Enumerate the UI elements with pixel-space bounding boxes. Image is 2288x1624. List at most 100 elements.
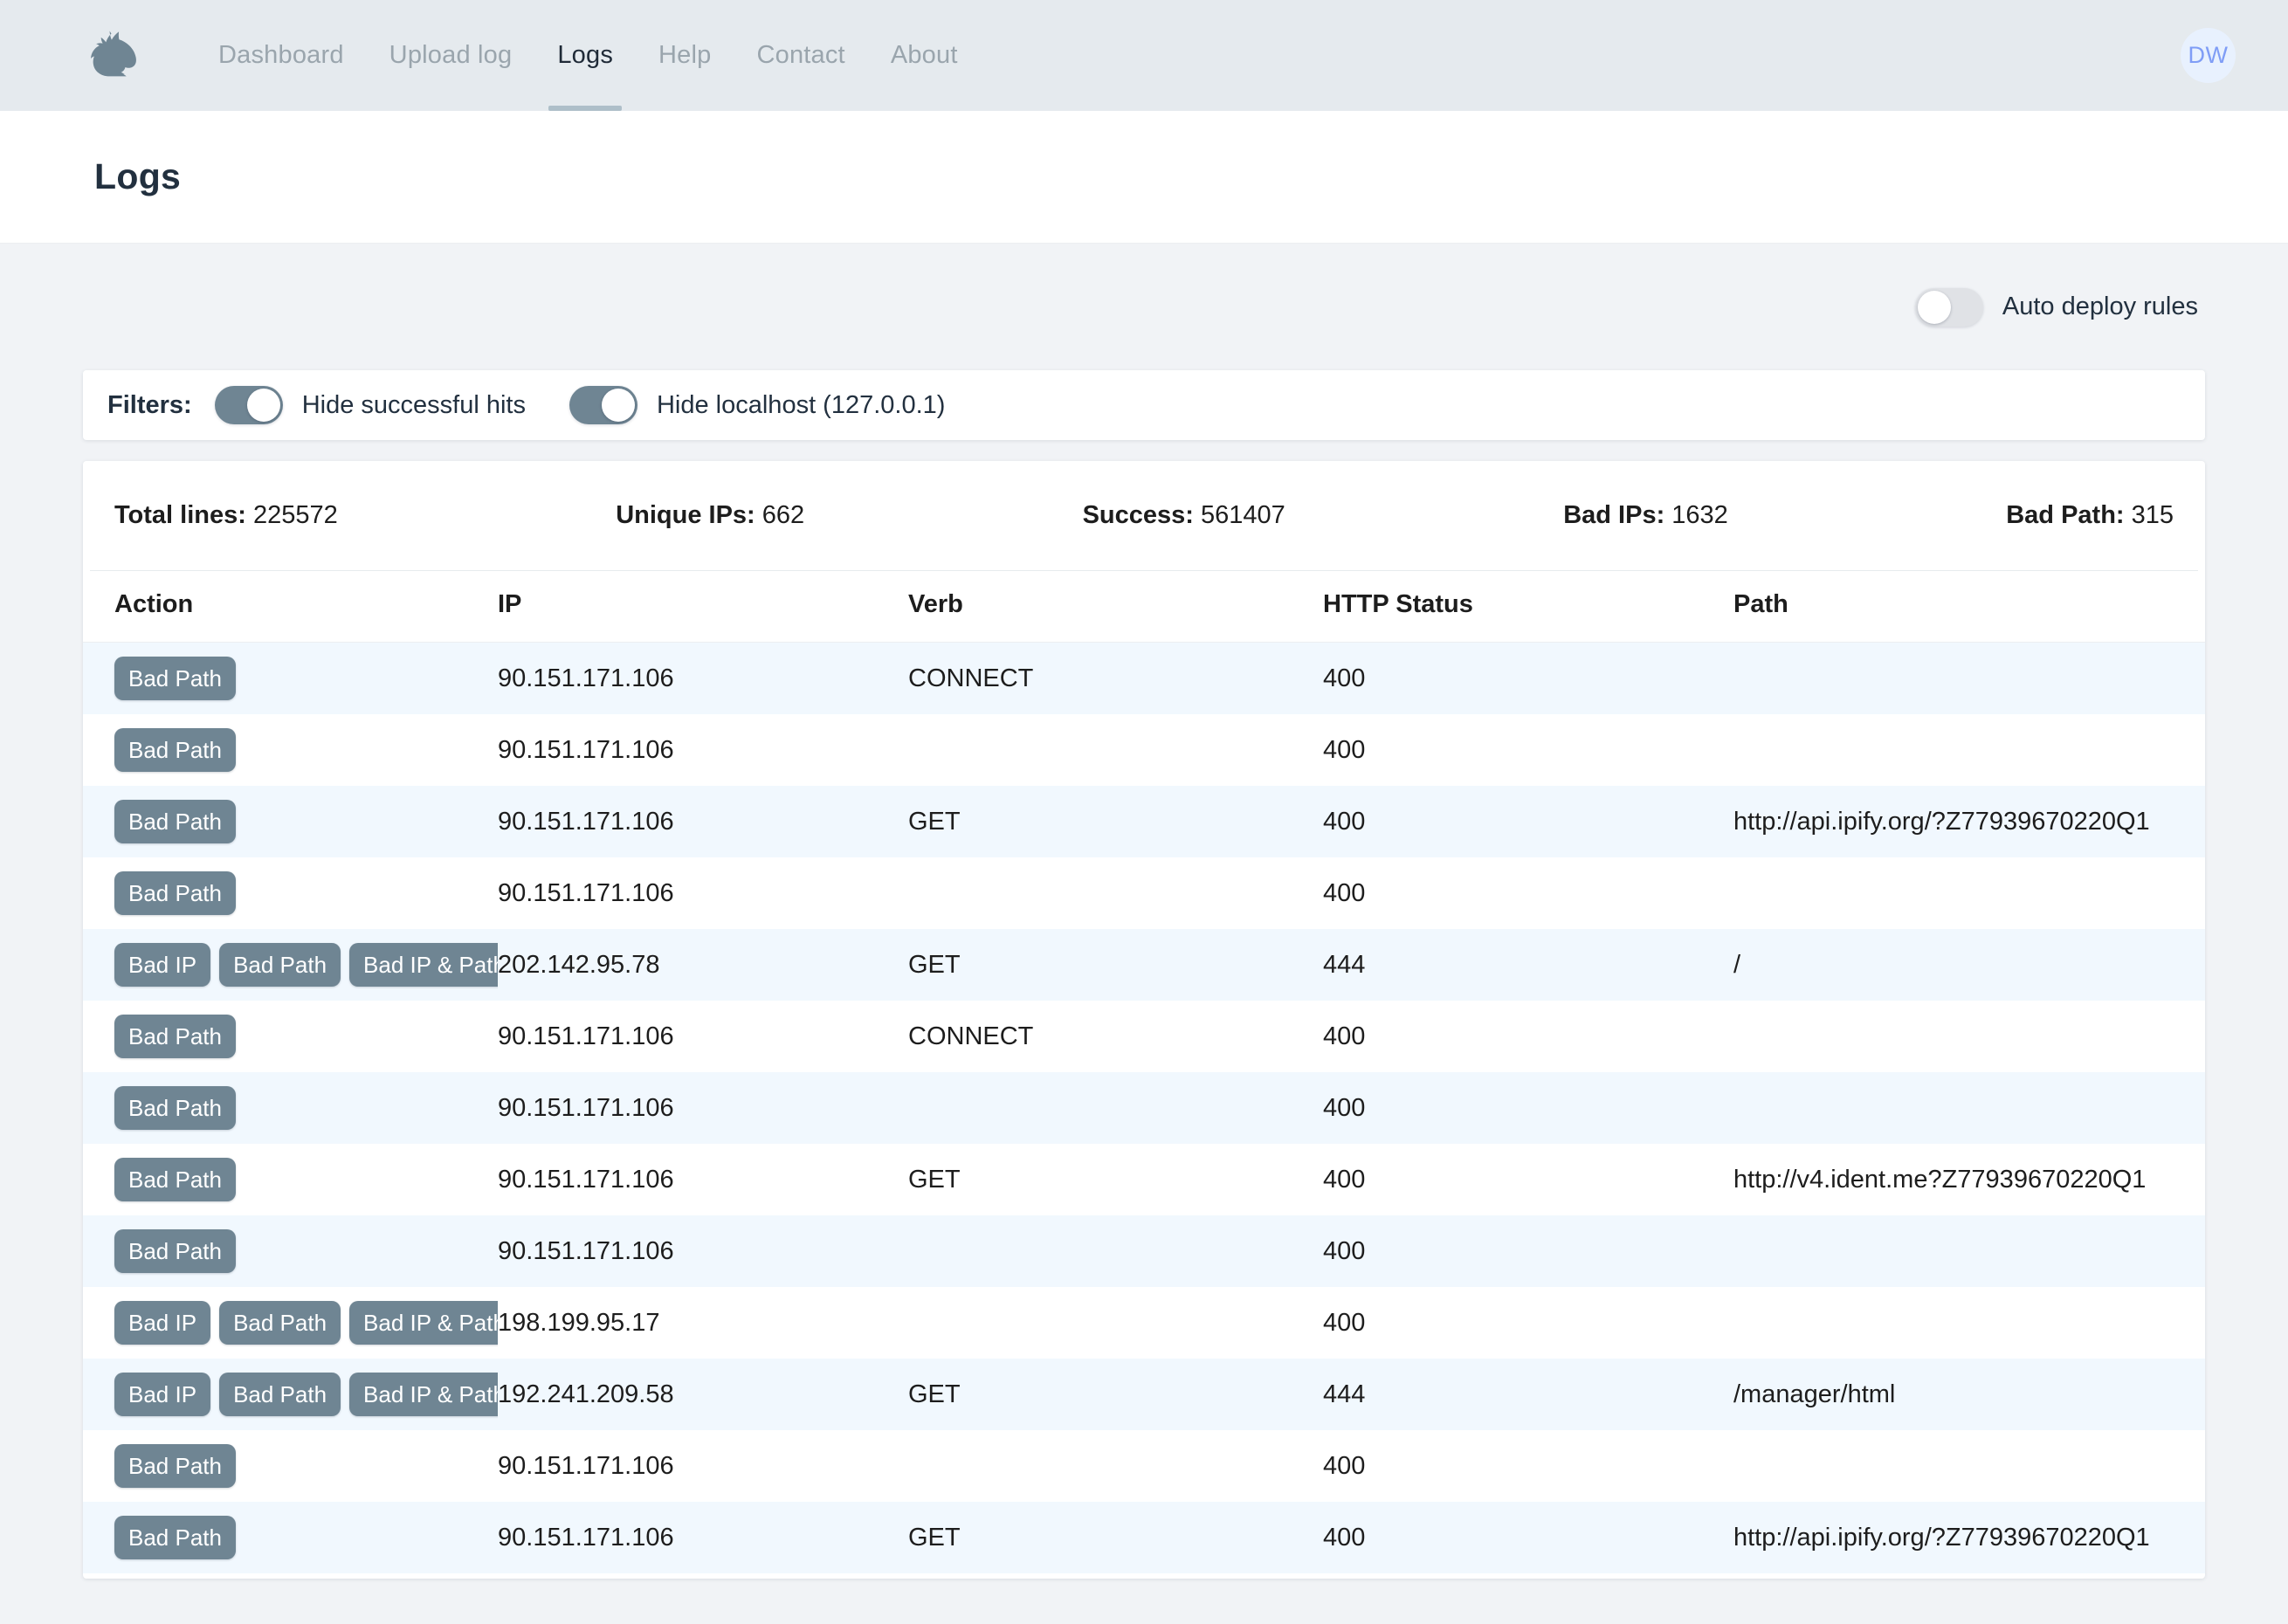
table-row: Bad Path 90.151.171.106 400 <box>83 1072 2205 1144</box>
table-row: Bad Path 90.151.171.106 CONNECT 400 <box>83 1001 2205 1072</box>
cell-ip: 202.142.95.78 <box>498 950 660 979</box>
cell-path <box>1733 1001 2205 1072</box>
action-button-bad-ip[interactable]: Bad IP <box>114 1373 211 1416</box>
cell-verb: CONNECT <box>908 1022 1034 1050</box>
action-button-bad-ip[interactable]: Bad IP <box>114 1301 211 1345</box>
toggle-knob <box>601 389 635 422</box>
hide-localhost-label: Hide localhost (127.0.0.1) <box>656 390 946 419</box>
column-header-action: Action <box>83 571 498 643</box>
action-button-bad-path[interactable]: Bad Path <box>219 943 341 987</box>
cell-path <box>1733 1215 2205 1287</box>
cell-http-status: 444 <box>1323 1380 1366 1408</box>
action-button-bad-ip-path[interactable]: Bad IP & Path <box>349 1301 498 1345</box>
cell-path <box>1733 1430 2205 1502</box>
action-button-bad-path[interactable]: Bad Path <box>114 1086 236 1130</box>
action-button-bad-path[interactable]: Bad Path <box>114 728 236 772</box>
cell-path <box>1733 714 2205 786</box>
cell-action: Bad Path <box>83 1215 498 1287</box>
cell-verb <box>908 1287 1323 1359</box>
column-header-http-status: HTTP Status <box>1323 571 1733 643</box>
stat-unique-ips: Unique IPs: 662 <box>616 501 804 530</box>
cell-ip: 90.151.171.106 <box>498 1451 674 1480</box>
table-row: Bad IP Bad Path Bad IP & Path 198.199.95.17… <box>83 1287 2205 1359</box>
nav-item-help[interactable]: Help <box>636 0 734 111</box>
cell-path <box>1733 857 2205 929</box>
table-row: Bad Path 90.151.171.106 GET 400 http://v4.id… <box>83 1144 2205 1215</box>
avatar[interactable]: DW <box>2181 28 2236 83</box>
cell-http-status: 400 <box>1323 1308 1366 1337</box>
filters-label: Filters: <box>107 390 192 419</box>
cell-ip: 198.199.95.17 <box>498 1308 660 1337</box>
cell-ip: 192.241.209.58 <box>498 1380 674 1408</box>
stat-bad-path-value: 315 <box>2131 501 2174 529</box>
action-button-bad-path[interactable]: Bad Path <box>114 657 236 700</box>
cell-verb: GET <box>908 1380 961 1408</box>
stat-unique-ips-value: 662 <box>762 501 805 529</box>
action-button-bad-path[interactable]: Bad Path <box>114 800 236 843</box>
cell-http-status: 400 <box>1323 1022 1366 1050</box>
hide-successful-hits-toggle[interactable] <box>214 386 283 424</box>
action-button-bad-path[interactable]: Bad Path <box>219 1301 341 1345</box>
toggle-knob <box>246 389 280 422</box>
nav-item-about[interactable]: About <box>868 0 981 111</box>
cell-path <box>1733 1072 2205 1144</box>
top-navbar: Dashboard Upload log Logs Help Contact A… <box>0 0 2288 111</box>
cell-ip: 90.151.171.106 <box>498 807 674 836</box>
action-button-bad-path[interactable]: Bad Path <box>114 1015 236 1058</box>
cell-verb <box>908 1072 1323 1144</box>
nav-item-contact[interactable]: Contact <box>734 0 867 111</box>
cell-action: Bad Path <box>83 714 498 786</box>
cell-action: Bad Path <box>83 1144 498 1215</box>
stat-bad-path: Bad Path: 315 <box>2006 501 2174 530</box>
action-button-bad-path[interactable]: Bad Path <box>114 871 236 915</box>
action-button-bad-ip-path[interactable]: Bad IP & Path <box>349 943 498 987</box>
action-button-bad-path[interactable]: Bad Path <box>114 1158 236 1201</box>
action-button-bad-ip[interactable]: Bad IP <box>114 943 211 987</box>
action-button-bad-path[interactable]: Bad Path <box>114 1516 236 1559</box>
table-row: Bad Path 90.151.171.106 GET 400 http://api.i… <box>83 1502 2205 1573</box>
stat-bad-ips-label: Bad IPs: <box>1563 501 1665 529</box>
action-badges: Bad Path <box>114 1229 498 1273</box>
action-button-bad-path[interactable]: Bad Path <box>114 1444 236 1488</box>
filter-hide-localhost: Hide localhost (127.0.0.1) <box>569 386 945 424</box>
logs-table-card: Total lines: 225572 Unique IPs: 662 Succ… <box>83 461 2205 1579</box>
hide-localhost-toggle[interactable] <box>569 386 637 424</box>
stat-total-lines: Total lines: 225572 <box>114 501 338 530</box>
action-badges: Bad Path <box>114 1444 498 1488</box>
logs-table-body: Bad Path 90.151.171.106 CONNECT 400 Bad Path… <box>83 642 2205 1573</box>
cell-verb <box>908 1430 1323 1502</box>
nav-item-dashboard[interactable]: Dashboard <box>196 0 367 111</box>
cell-http-status: 400 <box>1323 807 1366 836</box>
cell-action: Bad IP Bad Path Bad IP & Path <box>83 1359 498 1430</box>
action-badges: Bad Path <box>114 1158 498 1201</box>
action-badges: Bad Path <box>114 657 498 700</box>
logs-table-head: Action IP Verb HTTP Status Path <box>83 571 2205 643</box>
cell-http-status: 400 <box>1323 878 1366 907</box>
logs-table: Action IP Verb HTTP Status Path Bad Path… <box>83 571 2205 1573</box>
action-badges: Bad Path <box>114 871 498 915</box>
action-badges: Bad IP Bad Path Bad IP & Path <box>114 1301 498 1345</box>
cell-verb <box>908 1215 1323 1287</box>
action-badges: Bad Path <box>114 1086 498 1130</box>
cell-path: http://v4.ident.me?Z77939670220Q1 <box>1733 1165 2147 1194</box>
action-button-bad-ip-path[interactable]: Bad IP & Path <box>349 1373 498 1416</box>
action-badges: Bad Path <box>114 1516 498 1559</box>
stat-success-value: 561407 <box>1201 501 1285 529</box>
cell-ip: 90.151.171.106 <box>498 735 674 764</box>
cell-action: Bad Path <box>83 1072 498 1144</box>
stat-success-label: Success: <box>1082 501 1194 529</box>
cell-http-status: 400 <box>1323 664 1366 692</box>
cell-verb: GET <box>908 807 961 836</box>
auto-deploy-toggle[interactable] <box>1914 287 1983 327</box>
action-button-bad-path[interactable]: Bad Path <box>219 1373 341 1416</box>
table-row: Bad Path 90.151.171.106 400 <box>83 1215 2205 1287</box>
column-header-ip: IP <box>498 571 908 643</box>
nav-item-logs[interactable]: Logs <box>534 0 636 111</box>
cell-ip: 90.151.171.106 <box>498 1022 674 1050</box>
action-button-bad-path[interactable]: Bad Path <box>114 1229 236 1273</box>
nav-item-upload-log[interactable]: Upload log <box>367 0 535 111</box>
filters-bar: Filters: Hide successful hits Hide local… <box>83 370 2205 440</box>
action-badges: Bad IP Bad Path Bad IP & Path <box>114 1373 498 1416</box>
stat-success: Success: 561407 <box>1083 501 1285 530</box>
wolf-head-icon[interactable] <box>83 24 148 88</box>
